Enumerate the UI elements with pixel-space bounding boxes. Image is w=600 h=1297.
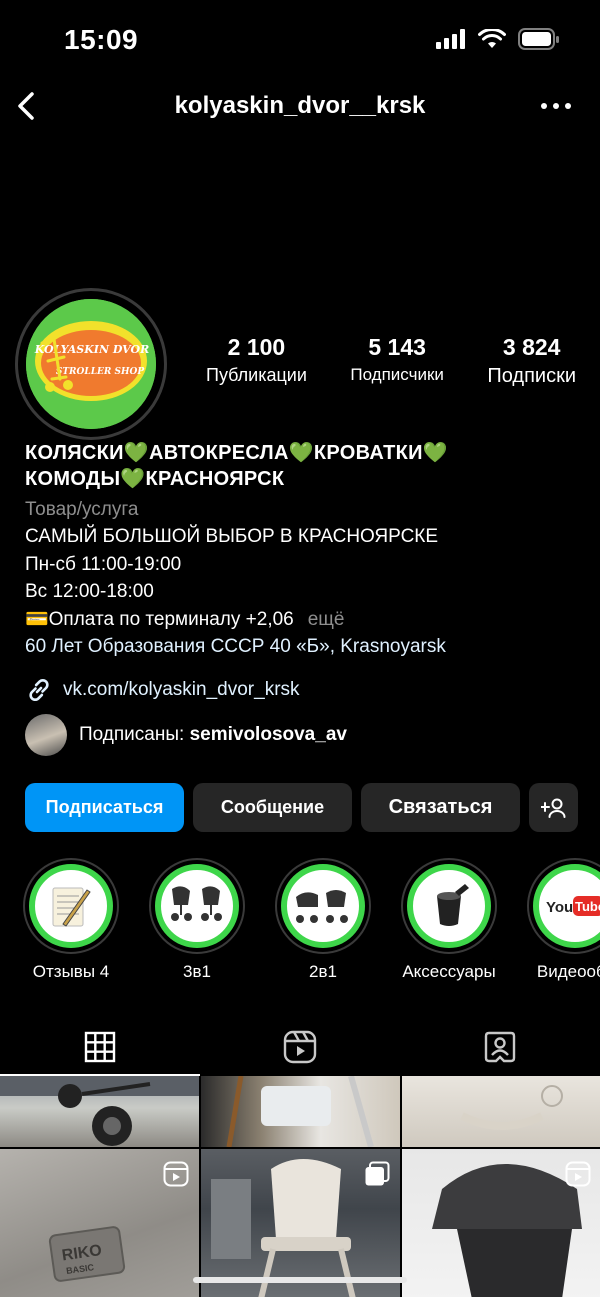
add-person-button[interactable] xyxy=(529,783,578,832)
status-time: 15:09 xyxy=(64,24,139,55)
highlight-label: Аксессуары xyxy=(402,962,496,981)
home-indicator[interactable] xyxy=(193,1277,407,1283)
bio-line: Вс 12:00-18:00 xyxy=(25,581,154,602)
highlight-accessories[interactable]: Аксессуары xyxy=(399,858,499,982)
reel-badge-icon xyxy=(565,1161,591,1187)
multiple-photos-icon xyxy=(365,1161,390,1186)
bio-line: 💳Оплата по терминалу +2,06 ещё xyxy=(25,606,585,634)
followed-by[interactable]: Подписаны: semivolosova_av xyxy=(25,714,347,756)
tab-posts[interactable] xyxy=(0,1018,200,1076)
profile-avatar[interactable]: KOLYASKIN DVOR STROLLER SHOP xyxy=(26,299,156,429)
svg-text:KOLYASKIN DVOR: KOLYASKIN DVOR xyxy=(34,343,150,356)
tagged-icon xyxy=(484,1031,516,1063)
bio-name-line: КОЛЯСКИ💚АВТОКРЕСЛА💚КРОВАТКИ💚 xyxy=(25,442,449,464)
reels-icon xyxy=(283,1030,317,1064)
add-person-icon xyxy=(540,798,565,818)
high-chair-photo xyxy=(226,1076,374,1147)
highlight-3in1[interactable]: 3в1 xyxy=(147,858,247,982)
profile-actions: Подписаться Сообщение Связаться xyxy=(25,783,578,832)
reel-badge-icon xyxy=(163,1161,189,1187)
svg-text:Tube: Tube xyxy=(575,899,600,914)
highlight-reviews[interactable]: Отзывы 4 xyxy=(21,858,121,982)
stat-value: 2 100 xyxy=(227,334,286,360)
message-button[interactable]: Сообщение xyxy=(193,783,352,832)
followed-by-text: Подписаны: semivolosova_av xyxy=(79,724,347,746)
highlight-label: 2в1 xyxy=(309,962,337,981)
post-thumbnail[interactable]: RIKO BASIC xyxy=(0,1149,199,1297)
tab-reels[interactable] xyxy=(200,1018,400,1076)
profile-username: kolyaskin_dvor__krsk xyxy=(174,92,426,119)
status-icons xyxy=(436,28,560,50)
signal-icon xyxy=(436,29,465,49)
highlight-2in1[interactable]: 2в1 xyxy=(273,858,373,982)
follow-button[interactable]: Подписаться xyxy=(25,783,184,832)
post-thumbnail[interactable] xyxy=(201,1149,400,1297)
stat-followers[interactable]: 5 143 Подписчики xyxy=(350,334,444,388)
notepad-pen-icon xyxy=(52,887,91,927)
stat-value: 5 143 xyxy=(368,334,426,360)
fabric-photo xyxy=(460,1085,563,1130)
highlight-label: 3в1 xyxy=(183,962,211,981)
highlight-video-reviews[interactable]: You Tube Видеообз xyxy=(525,858,600,982)
profile-link[interactable]: vk.com/kolyaskin_dvor_krsk xyxy=(25,676,300,704)
profile-tabs xyxy=(0,1018,600,1076)
followed-by-user: semivolosova_av xyxy=(189,724,347,745)
tab-tagged[interactable] xyxy=(400,1018,600,1076)
followed-by-prefix: Подписаны: xyxy=(79,724,190,745)
stat-value: 3 824 xyxy=(502,334,561,360)
profile-bio: КОЛЯСКИ💚АВТОКРЕСЛА💚КРОВАТКИ💚 КОМОДЫ💚КРАС… xyxy=(25,440,585,661)
battery-icon xyxy=(518,28,559,50)
stat-label: Подписки xyxy=(487,365,576,387)
contact-button[interactable]: Связаться xyxy=(361,783,520,832)
bio-payment-text: 💳Оплата по терминалу +2,06 xyxy=(25,608,294,630)
cup-holder-icon xyxy=(437,884,469,926)
bio-address[interactable]: 60 Лет Образования СССР 40 «Б», Krasnoya… xyxy=(25,633,585,661)
post-thumbnail[interactable] xyxy=(402,1076,600,1147)
more-options-icon[interactable] xyxy=(536,88,576,124)
status-bar: 15:09 xyxy=(0,0,600,80)
post-thumbnail[interactable] xyxy=(402,1149,600,1297)
story-highlights: Отзывы 4 3в1 2в1 Аксессуары You Tub Виде… xyxy=(0,858,600,988)
bio-name-line: КОМОДЫ💚КРАСНОЯРСК xyxy=(25,468,285,490)
highlight-label: Видеообз xyxy=(536,962,600,981)
bio-category: Товар/услуга xyxy=(25,499,139,520)
follower-avatar xyxy=(25,714,67,756)
youtube-icon: You Tube xyxy=(546,896,600,916)
wifi-icon xyxy=(478,29,506,48)
bio-line: САМЫЙ БОЛЬШОЙ ВЫБОР В КРАСНОЯРСКЕ xyxy=(25,526,439,547)
svg-text:STROLLER SHOP: STROLLER SHOP xyxy=(56,367,144,377)
posts-grid: RIKO BASIC xyxy=(0,1076,600,1297)
stat-posts[interactable]: 2 100 Публикации xyxy=(206,334,307,388)
stat-following[interactable]: 3 824 Подписки xyxy=(487,334,576,388)
grid-icon xyxy=(84,1031,116,1063)
stat-label: Подписчики xyxy=(350,365,444,384)
strollers-icon xyxy=(171,886,222,921)
post-thumbnail[interactable] xyxy=(0,1076,199,1147)
shop-logo: KOLYASKIN DVOR STROLLER SHOP xyxy=(26,299,156,429)
link-icon xyxy=(29,678,49,702)
post-thumbnail[interactable] xyxy=(201,1076,400,1147)
profile-link-text[interactable]: vk.com/kolyaskin_dvor_krsk xyxy=(63,679,300,701)
stroller-wheel-photo xyxy=(0,1076,199,1146)
top-nav: kolyaskin_dvor__krsk xyxy=(0,80,600,136)
strollers-icon xyxy=(296,890,348,923)
bio-line: Пн-сб 11:00-19:00 xyxy=(25,553,182,575)
profile-stats: 2 100 Публикации 5 143 Подписчики 3 824 … xyxy=(206,334,576,388)
svg-text:You: You xyxy=(546,899,573,916)
bio-more-link[interactable]: ещё xyxy=(308,609,345,630)
highlight-label: Отзывы 4 xyxy=(32,962,110,981)
stat-label: Публикации xyxy=(206,365,307,385)
